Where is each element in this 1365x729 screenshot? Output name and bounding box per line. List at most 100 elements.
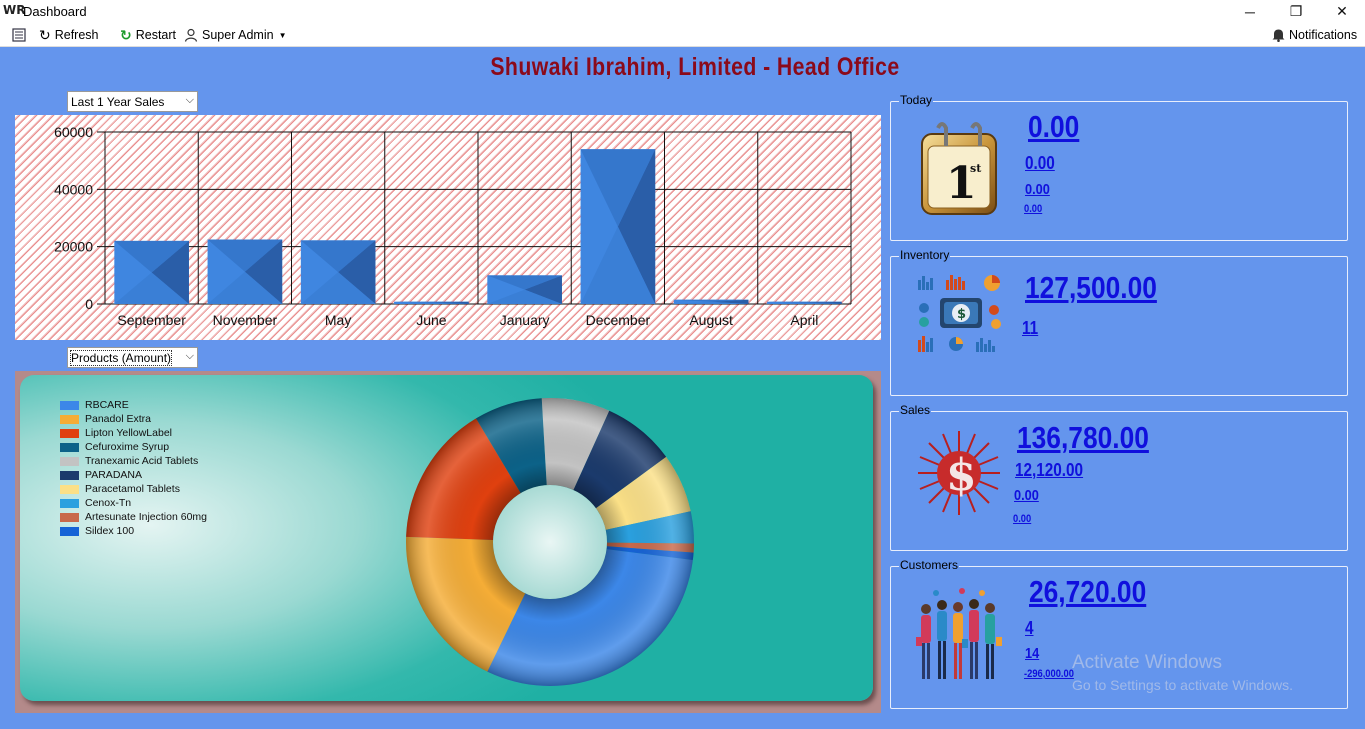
- legend-label: Cefuroxime Syrup: [85, 441, 170, 453]
- sales-third-value[interactable]: 0.00: [1014, 487, 1039, 504]
- app-icon: WR: [3, 3, 26, 17]
- donut-hole: [493, 485, 607, 599]
- bar-august: [673, 299, 749, 304]
- inventory-primary-value[interactable]: 127,500.00: [1025, 270, 1157, 306]
- window-title: Dashboard: [23, 4, 87, 19]
- refresh-icon: ↻: [39, 27, 51, 43]
- customers-label: Customers: [899, 558, 960, 572]
- inventory-second-value[interactable]: 11: [1022, 318, 1038, 339]
- refresh-label: Refresh: [54, 28, 99, 42]
- x-tick-label: August: [689, 312, 733, 328]
- bar-may: [300, 240, 376, 304]
- x-tick-label: April: [790, 312, 818, 328]
- y-tick-label: 60000: [54, 124, 93, 140]
- bell-icon: [1272, 29, 1285, 42]
- bar-june: [394, 301, 469, 304]
- sales-group: Sales $ 136,780.00 12,120.00 0.00 0.00: [890, 403, 1348, 551]
- restore-button[interactable]: ❐: [1273, 0, 1319, 23]
- customers-fourth-value[interactable]: -296,000.00: [1024, 668, 1074, 680]
- y-tick-label: 20000: [54, 239, 93, 255]
- legend-item: RBCARE: [60, 398, 207, 412]
- menu-button[interactable]: [11, 26, 27, 44]
- svg-text:$: $: [957, 307, 966, 322]
- legend-item: PARADANA: [60, 468, 207, 482]
- donut-chart-svg: [406, 398, 694, 686]
- activation-watermark-title: Activate Windows: [1072, 652, 1222, 673]
- bar-chart-svg: 0 20000 40000 60000 September November May June…: [54, 124, 852, 328]
- customers-second-value[interactable]: 4: [1025, 618, 1034, 639]
- chevron-down-icon: ⌵: [185, 94, 194, 106]
- legend-swatch: [60, 498, 79, 508]
- user-menu[interactable]: Super Admin ▼: [184, 26, 287, 44]
- page-title: Shuwaki Ibrahim, Limited - Head Office: [490, 53, 900, 81]
- legend-label: Artesunate Injection 60mg: [85, 511, 207, 523]
- legend-item: Tranexamic Acid Tablets: [60, 454, 207, 468]
- customers-third-value[interactable]: 14: [1025, 645, 1039, 662]
- close-button[interactable]: ✕: [1319, 0, 1365, 23]
- today-third-value[interactable]: 0.00: [1025, 181, 1050, 198]
- restart-label: Restart: [135, 28, 177, 42]
- x-tick-label: December: [586, 312, 651, 328]
- restart-icon: ↻: [120, 27, 132, 43]
- product-chart-frame: RBCARE Panadol Extra Lipton YellowLabel Cef…: [15, 371, 881, 713]
- today-second-value[interactable]: 0.00: [1025, 153, 1055, 174]
- legend-swatch: [60, 428, 79, 438]
- legend-swatch: [60, 442, 79, 452]
- sales-bar-chart: 0 20000 40000 60000 September November May June…: [15, 115, 881, 340]
- sales-label: Sales: [899, 403, 932, 417]
- legend-item: Sildex 100: [60, 524, 207, 538]
- customers-primary-value[interactable]: 26,720.00: [1029, 574, 1146, 610]
- legend-item: Lipton YellowLabel: [60, 426, 207, 440]
- chart-legend: RBCARE Panadol Extra Lipton YellowLabel Cef…: [60, 398, 207, 538]
- y-tick-label: 0: [85, 296, 93, 312]
- x-tick-label: September: [117, 312, 186, 328]
- legend-label: Lipton YellowLabel: [85, 427, 172, 439]
- legend-swatch: [60, 414, 79, 424]
- legend-item: Cefuroxime Syrup: [60, 440, 207, 454]
- refresh-button[interactable]: ↻ Refresh: [39, 26, 99, 44]
- legend-swatch: [60, 512, 79, 522]
- y-tick-label: 40000: [54, 181, 93, 197]
- notifications-button[interactable]: Notifications: [1272, 26, 1357, 44]
- svg-text:$: $: [946, 450, 977, 501]
- x-tick-label: November: [213, 312, 278, 328]
- legend-item: Panadol Extra: [60, 412, 207, 426]
- inventory-group: Inventory $ 127,500.00 11: [890, 248, 1348, 396]
- today-label: Today: [899, 93, 934, 107]
- legend-swatch: [60, 484, 79, 494]
- sales-period-select[interactable]: Last 1 Year Sales ⌵: [67, 91, 198, 112]
- inventory-label: Inventory: [899, 248, 951, 262]
- calendar-icon: 1 st: [921, 122, 997, 215]
- legend-label: RBCARE: [85, 399, 129, 411]
- x-tick-label: January: [500, 312, 550, 328]
- legend-label: Sildex 100: [85, 525, 135, 537]
- bar-december: [580, 149, 656, 304]
- legend-swatch: [60, 456, 79, 466]
- bar-january: [487, 275, 562, 304]
- legend-item: Cenox-Tn: [60, 496, 207, 510]
- user-icon: [184, 28, 198, 42]
- notifications-label: Notifications: [1289, 28, 1358, 42]
- sales-second-value[interactable]: 12,120.00: [1015, 460, 1083, 481]
- dollar-burst-icon: $: [918, 431, 1000, 515]
- legend-item: Artesunate Injection 60mg: [60, 510, 207, 524]
- restart-button[interactable]: ↻ Restart: [120, 26, 176, 44]
- sales-primary-value[interactable]: 136,780.00: [1017, 420, 1149, 456]
- toolbar: ↻ Refresh ↻ Restart Super Admin ▼ Notifi…: [0, 23, 1365, 47]
- user-label: Super Admin: [202, 28, 274, 42]
- today-fourth-value[interactable]: 0.00: [1024, 203, 1042, 215]
- x-tick-label: June: [416, 312, 447, 328]
- title-bar: WR Dashboard ─ ❐ ✕: [0, 0, 1365, 23]
- legend-swatch: [60, 526, 79, 536]
- legend-label: PARADANA: [85, 469, 142, 481]
- legend-label: Paracetamol Tablets: [85, 483, 180, 495]
- product-mode-select[interactable]: Products (Amount) ⌵: [67, 347, 198, 368]
- legend-swatch: [60, 470, 79, 480]
- svg-text:st: st: [970, 162, 982, 175]
- today-primary-value[interactable]: 0.00: [1028, 109, 1079, 145]
- inventory-charts-icon: $: [918, 275, 1001, 352]
- minimize-button[interactable]: ─: [1227, 0, 1273, 23]
- people-shopping-icon: [916, 588, 1002, 679]
- sales-fourth-value[interactable]: 0.00: [1013, 513, 1031, 525]
- product-donut-chart: RBCARE Panadol Extra Lipton YellowLabel Cef…: [20, 375, 873, 701]
